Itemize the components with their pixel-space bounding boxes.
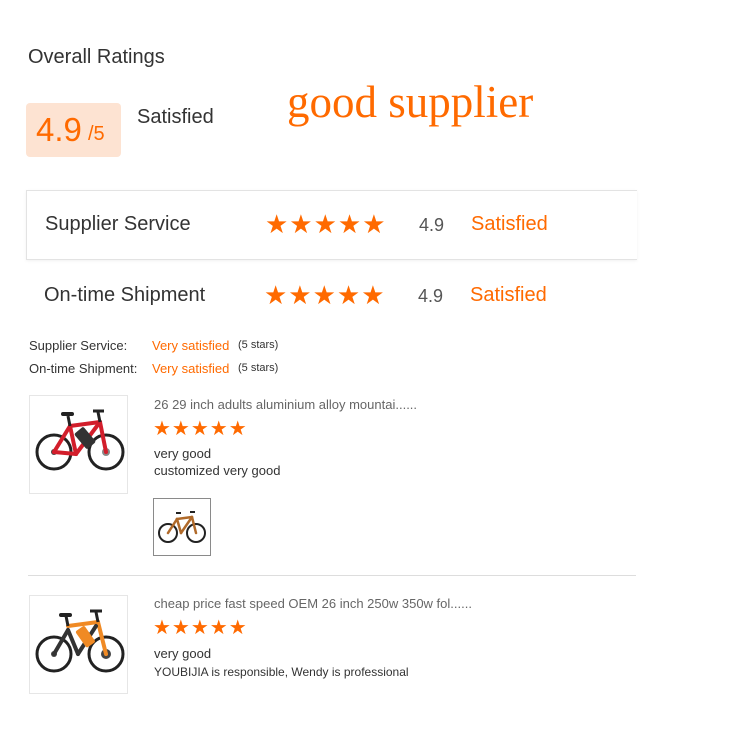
star-rating-icons: ★★★★★ [265, 209, 387, 239]
product-thumbnail[interactable] [29, 395, 128, 494]
summary-star-count: (5 stars) [238, 339, 279, 351]
overall-score-value: 4.9 [36, 111, 82, 148]
rating-row-on-time-shipment: On-time Shipment ★★★★★ 4.9 Satisfied [26, 262, 636, 330]
rating-score: 4.9 [419, 215, 445, 235]
review-star-icons: ★★★★★ [153, 617, 248, 639]
review-star-icons: ★★★★★ [153, 418, 248, 440]
star-rating-icons: ★★★★★ [264, 280, 386, 310]
summary-star-count: (5 stars) [238, 362, 279, 374]
overall-ratings-title: Overall Ratings [28, 46, 165, 68]
overall-score-scale: /5 [88, 123, 105, 145]
summary-value: Very satisfied [152, 361, 230, 376]
review-comment-line: very good [154, 446, 212, 461]
rating-status: Satisfied [471, 213, 548, 235]
review-divider [28, 575, 636, 576]
review-comment-line: very good [154, 646, 212, 661]
overall-score-badge: 4.9 /5 [26, 103, 121, 157]
bike-image-red [35, 409, 125, 471]
review-comment-line: YOUBIJIA is responsible, Wendy is profes… [154, 665, 409, 679]
review-product-title[interactable]: cheap price fast speed OEM 26 inch 250w … [154, 596, 472, 611]
overlay-caption: good supplier [287, 77, 534, 127]
summary-label: On-time Shipment: [29, 361, 138, 376]
summary-value: Very satisfied [152, 338, 230, 353]
review-photo[interactable] [153, 498, 211, 556]
rating-label: Supplier Service [45, 213, 191, 235]
summary-label: Supplier Service: [29, 338, 128, 353]
rating-label: On-time Shipment [44, 284, 206, 306]
rating-row-supplier-service: Supplier Service ★★★★★ 4.9 Satisfied [26, 190, 637, 260]
rating-score: 4.9 [418, 286, 444, 306]
bike-image-small [158, 511, 206, 543]
overall-status: Satisfied [137, 106, 214, 128]
review-product-title[interactable]: 26 29 inch adults aluminium alloy mounta… [154, 397, 417, 412]
product-thumbnail[interactable] [29, 595, 128, 694]
review-comment-line: customized very good [154, 463, 281, 478]
bike-image-orange [35, 609, 125, 673]
rating-status: Satisfied [470, 284, 547, 306]
